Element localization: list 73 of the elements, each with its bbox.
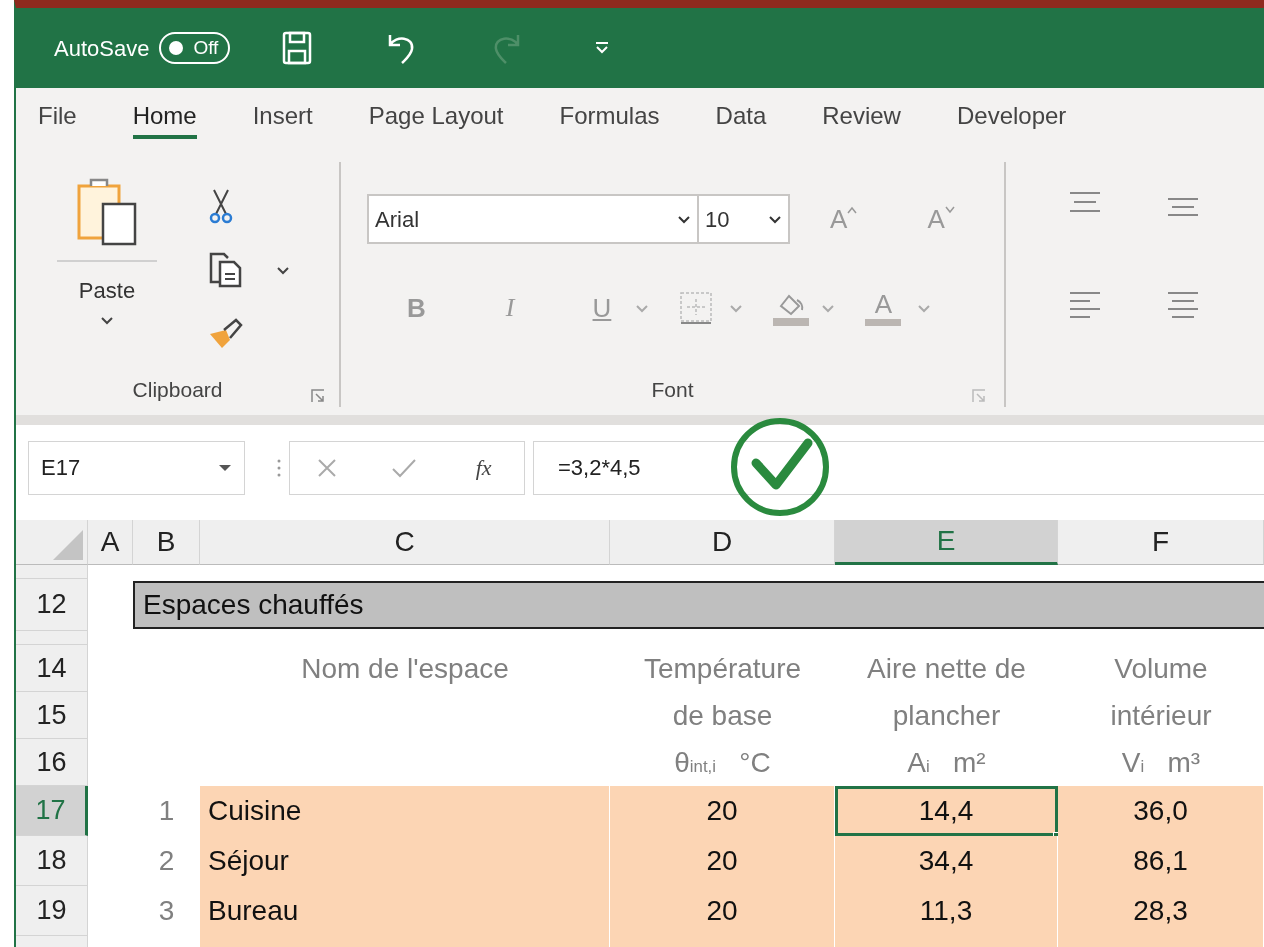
ribbon-tab[interactable]: File: [38, 98, 77, 140]
group-label: Font: [651, 377, 694, 401]
column-header[interactable]: F: [1058, 520, 1264, 565]
font-name-field[interactable]: Arial: [367, 194, 700, 244]
row-index: 3: [157, 894, 176, 928]
section-title: Espaces chauffés: [133, 581, 1264, 629]
caret-icon: [847, 206, 858, 214]
name-box[interactable]: E17: [28, 440, 245, 495]
column-header[interactable]: E: [835, 520, 1058, 565]
align-left-icon[interactable]: [1068, 290, 1102, 320]
column-heading: intérieur: [1109, 698, 1213, 733]
caret-icon[interactable]: [276, 265, 290, 275]
column-heading: Volume: [1113, 651, 1209, 686]
autosave-label: AutoSave: [54, 34, 150, 63]
column-heading: Aire nette de: [866, 651, 1027, 686]
row-header[interactable]: 18: [16, 836, 88, 886]
customize-toolbar-icon[interactable]: [594, 40, 611, 56]
ribbon-tab[interactable]: Formulas: [559, 98, 660, 140]
paste-button[interactable]: Paste: [52, 162, 162, 374]
row-index: 2: [157, 844, 176, 878]
formula-field[interactable]: =3,2*4,5: [533, 440, 1264, 495]
column-heading: Température: [642, 651, 803, 686]
row-header[interactable]: 15: [16, 692, 88, 739]
table-cell: 20: [610, 836, 835, 886]
row-header[interactable]: 12: [16, 579, 88, 631]
ribbon-tab[interactable]: Page Layout: [368, 98, 504, 140]
row-header[interactable]: 19: [16, 886, 88, 936]
ribbon-tab[interactable]: Home: [132, 98, 197, 140]
table-cell: 20: [610, 786, 835, 836]
grip-icon: [277, 457, 281, 478]
row-index: 1: [157, 794, 176, 828]
column-heading: plancher: [891, 698, 1002, 733]
insert-function-button[interactable]: fx: [469, 450, 498, 485]
cancel-icon[interactable]: [316, 456, 339, 479]
dialog-launcher-icon[interactable]: [311, 389, 326, 403]
column-heading: Nom de l'espace: [300, 651, 510, 686]
caret-icon: [100, 315, 114, 325]
table-cell: Bureau: [200, 886, 610, 936]
paintbrush-icon[interactable]: [208, 316, 244, 350]
borders-icon[interactable]: [679, 291, 714, 325]
scissors-icon[interactable]: [208, 188, 234, 224]
ribbon-tab[interactable]: Review: [822, 98, 901, 140]
column-header[interactable]: A: [88, 520, 133, 565]
row-header[interactable]: 16: [16, 739, 88, 786]
ribbon-tab[interactable]: Data: [715, 98, 767, 140]
ribbon-tab[interactable]: Insert: [252, 98, 313, 140]
dialog-launcher-icon[interactable]: [972, 389, 986, 403]
caret-icon: [944, 206, 955, 214]
copy-icon[interactable]: [208, 252, 242, 288]
caret-icon: [218, 463, 232, 472]
autosave-toggle[interactable]: Off: [159, 32, 231, 64]
table-cell: 28,3: [1058, 886, 1264, 936]
table-cell: Séjour: [200, 836, 610, 886]
group-label: Clipboard: [132, 376, 223, 403]
caret-icon: [768, 214, 783, 224]
align-center-icon[interactable]: [1166, 290, 1200, 320]
ribbon-tab[interactable]: Developer: [956, 98, 1067, 140]
column-header[interactable]: C: [200, 520, 610, 565]
table-cell: 14,4: [835, 786, 1058, 836]
table-cell: 20: [610, 886, 835, 936]
caret-icon: [677, 214, 692, 224]
row-header[interactable]: 14: [16, 645, 88, 692]
column-header[interactable]: D: [610, 520, 835, 565]
column-header[interactable]: B: [133, 520, 200, 565]
table-cell: 34,4: [835, 836, 1058, 886]
table-cell: 36,0: [1058, 786, 1264, 836]
table-cell: Cuisine: [200, 786, 610, 836]
column-heading: de base: [671, 698, 774, 733]
row-header[interactable]: 17: [16, 786, 88, 836]
font-size-field[interactable]: 10: [699, 194, 791, 244]
table-cell: 86,1: [1058, 836, 1264, 886]
save-icon[interactable]: [282, 31, 313, 65]
table-cell: 11,3: [835, 886, 1058, 936]
